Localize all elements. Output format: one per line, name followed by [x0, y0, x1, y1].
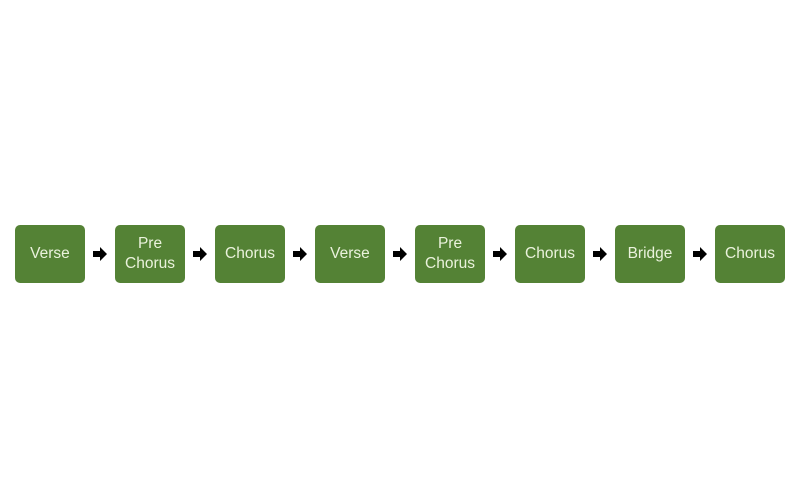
section-label-line: Pre	[137, 235, 163, 252]
right-arrow-icon	[385, 225, 415, 283]
section-label-line: Chorus	[425, 255, 475, 272]
section-box-pre-chorus: Pre Chorus	[415, 225, 485, 283]
section-box-chorus: Chorus	[515, 225, 585, 283]
section-label: Chorus	[525, 245, 575, 262]
section-label: Bridge	[627, 245, 673, 262]
right-arrow-icon	[85, 225, 115, 283]
section-label: Verse	[330, 245, 370, 262]
section-label: Verse	[30, 245, 70, 262]
section-box-verse: Verse	[315, 225, 385, 283]
section-box-pre-chorus: Pre Chorus	[115, 225, 185, 283]
section-box-bridge: Bridge	[615, 225, 685, 283]
section-box-chorus: Chorus	[215, 225, 285, 283]
section-label: Pre Chorus	[425, 234, 475, 274]
right-arrow-icon	[185, 225, 215, 283]
section-box-chorus: Chorus	[715, 225, 785, 283]
right-arrow-icon	[685, 225, 715, 283]
section-label: Chorus	[725, 245, 775, 262]
song-structure-flow: Verse Pre Chorus Chorus Verse Pre Chorus Chorus…	[15, 225, 785, 283]
right-arrow-icon	[485, 225, 515, 283]
section-label: Pre Chorus	[125, 234, 175, 274]
right-arrow-icon	[285, 225, 315, 283]
section-box-verse: Verse	[15, 225, 85, 283]
right-arrow-icon	[585, 225, 615, 283]
section-label-line: Chorus	[125, 255, 175, 272]
section-label: Chorus	[225, 245, 275, 262]
section-label-line: Pre	[437, 235, 463, 252]
